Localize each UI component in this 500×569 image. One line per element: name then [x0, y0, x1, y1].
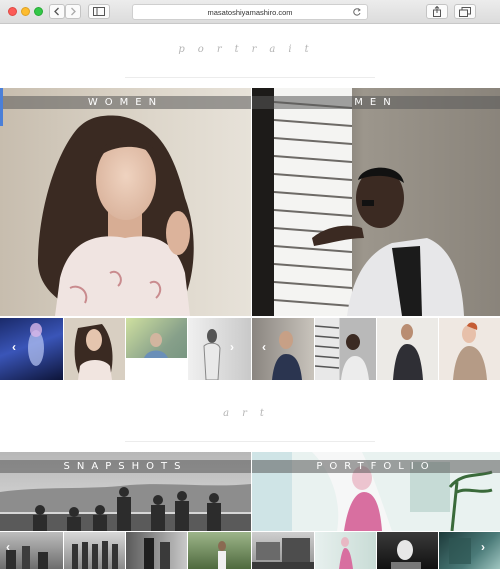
chevron-left-icon[interactable]: ‹: [12, 340, 16, 354]
chevron-left-icon[interactable]: ‹: [262, 340, 266, 354]
art-divider: [125, 441, 375, 442]
thumbnail[interactable]: ‹: [0, 318, 63, 380]
thumbnail[interactable]: [315, 318, 376, 380]
thumbnail-photo: [126, 333, 187, 380]
snapshots-label: SNAPSHOTS: [63, 461, 188, 472]
url-text: masatoshiyamashiro.com: [207, 7, 293, 17]
forward-icon: [71, 7, 76, 16]
chevron-right-icon[interactable]: ›: [481, 540, 485, 554]
thumbnail-photo: [144, 538, 170, 569]
thumbnail-photo: [449, 538, 471, 564]
sidebar-icon: [93, 7, 105, 16]
share-icon: [433, 6, 441, 17]
reload-icon[interactable]: [352, 7, 362, 17]
portfolio-gallery-image[interactable]: PORTFOLIO: [252, 452, 500, 531]
back-button[interactable]: [49, 4, 65, 19]
chevron-right-icon[interactable]: ›: [230, 340, 234, 354]
thumbnail[interactable]: [64, 532, 125, 569]
thumbnail-photo: [393, 324, 423, 380]
minimize-window-button[interactable]: [21, 7, 30, 16]
thumbnail-photo: [203, 329, 221, 380]
share-button[interactable]: [426, 4, 448, 19]
address-bar[interactable]: masatoshiyamashiro.com: [132, 4, 368, 20]
portrait-divider: [125, 77, 375, 78]
browser-toolbar: masatoshiyamashiro.com: [0, 0, 500, 24]
thumbnail[interactable]: ›: [439, 532, 500, 569]
tabs-icon: [459, 6, 471, 17]
men-gallery-image[interactable]: MEN: [252, 88, 500, 316]
thumbnail-photo: [315, 325, 369, 380]
snapshots-gallery-image[interactable]: SNAPSHOTS: [0, 452, 251, 531]
thumbnail-photo: [391, 540, 421, 569]
thumbnail[interactable]: ›: [188, 318, 251, 380]
zoom-window-button[interactable]: [34, 7, 43, 16]
back-icon: [54, 7, 59, 16]
thumbnail-photo: [453, 322, 487, 380]
woman-portrait-photo: [0, 88, 251, 316]
thumbnail[interactable]: [377, 532, 438, 569]
thumbnail[interactable]: [377, 318, 438, 380]
men-label: MEN: [354, 97, 398, 108]
forward-button[interactable]: [65, 4, 81, 19]
scroll-indicator: [0, 88, 3, 126]
thumbnail[interactable]: ‹: [0, 532, 63, 569]
tabs-overview-button[interactable]: [454, 4, 476, 19]
portrait-section-title: portrait: [178, 44, 322, 55]
thumbnail[interactable]: [315, 532, 376, 569]
thumbnail[interactable]: [126, 532, 187, 569]
thumbnail-photo: [74, 324, 113, 380]
women-gallery-image[interactable]: WOMEN: [0, 88, 251, 316]
women-label-band: WOMEN: [0, 96, 251, 109]
thumbnail-photo: [252, 538, 314, 569]
thumbnail-photo: [339, 537, 353, 569]
thumbnail-photo: [72, 541, 118, 569]
thumbnail-photo: [218, 541, 226, 569]
thumbnail[interactable]: [252, 532, 314, 569]
thumbnail[interactable]: ‹: [252, 318, 314, 380]
thumbnail[interactable]: [188, 532, 251, 569]
thumbnail-photo: [28, 323, 44, 366]
thumbnail[interactable]: [126, 318, 187, 380]
men-label-band: MEN: [252, 96, 500, 109]
sidebar-button[interactable]: [88, 4, 110, 19]
snapshots-label-band: SNAPSHOTS: [0, 460, 251, 473]
portfolio-label: PORTFOLIO: [316, 461, 436, 472]
art-section-title: art: [223, 408, 277, 419]
close-window-button[interactable]: [8, 7, 17, 16]
thumbnail[interactable]: [64, 318, 125, 380]
man-portrait-photo: [252, 88, 500, 316]
portfolio-label-band: PORTFOLIO: [252, 460, 500, 473]
thumbnail[interactable]: [439, 318, 500, 380]
chevron-left-icon[interactable]: ‹: [6, 540, 10, 554]
women-label: WOMEN: [87, 97, 164, 108]
